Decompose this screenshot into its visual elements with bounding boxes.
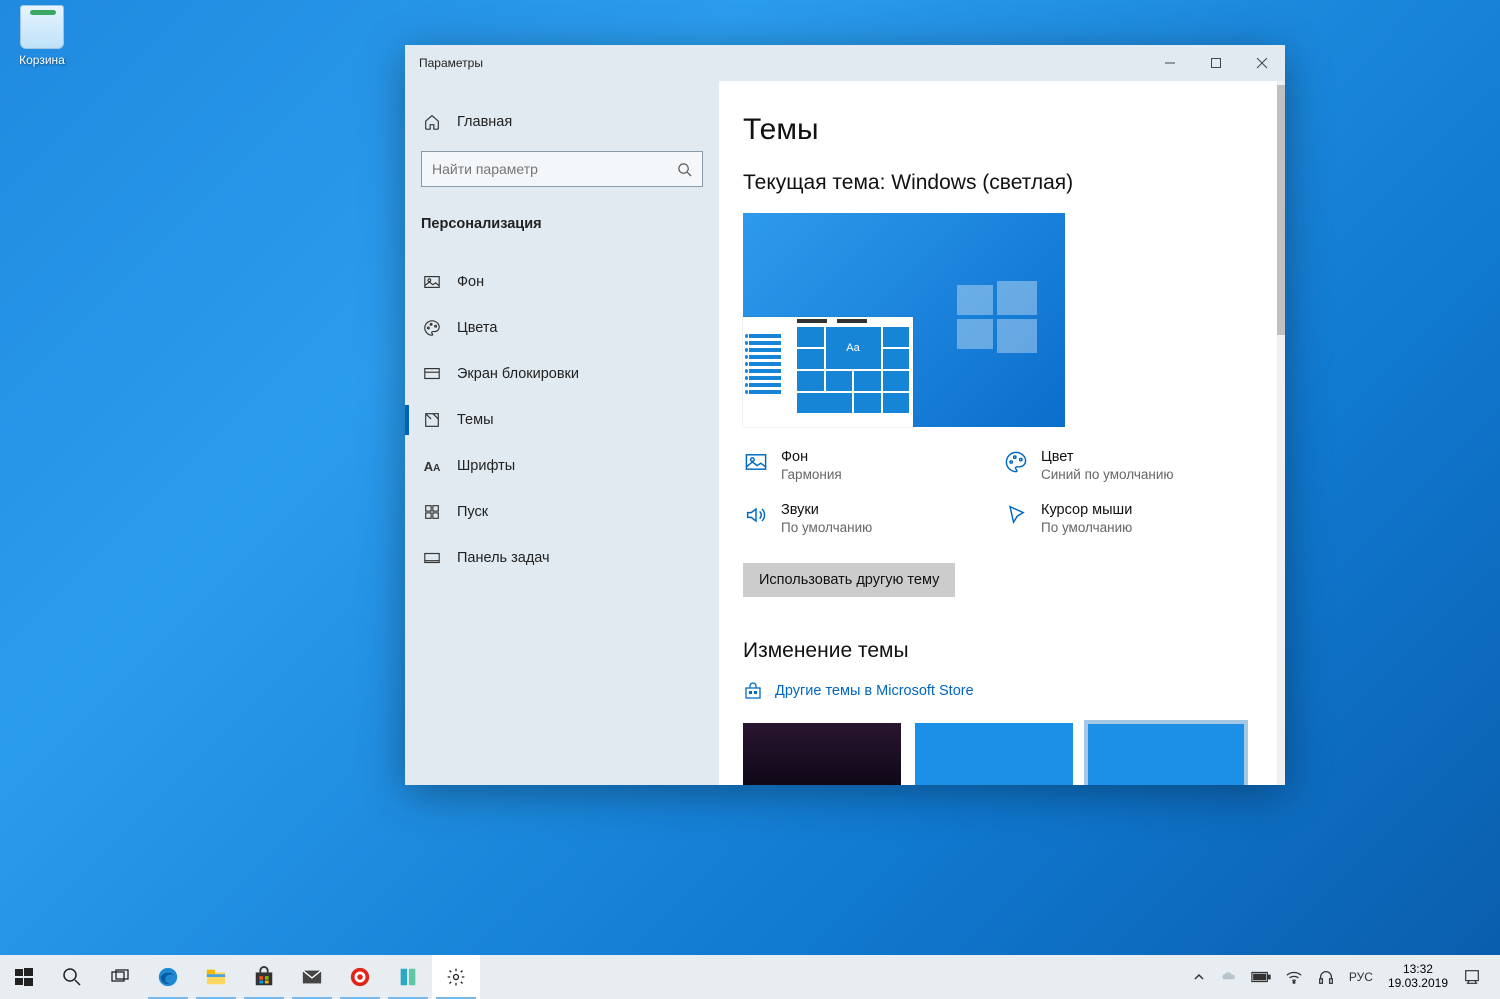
tray-notifications-icon[interactable]: [1456, 955, 1488, 999]
settings-window: Параметры Главная Персонализация Фон: [405, 45, 1285, 785]
theme-thumbnails: [743, 723, 1245, 785]
tray-onedrive-icon[interactable]: [1212, 955, 1244, 999]
minimize-button[interactable]: [1147, 45, 1193, 81]
home-icon: [421, 111, 443, 133]
start-icon: [421, 501, 443, 523]
palette-icon: [1003, 449, 1029, 475]
taskbar-explorer[interactable]: [192, 955, 240, 999]
tray-headphones-icon[interactable]: [1310, 955, 1342, 999]
page-title: Темы: [743, 113, 1245, 147]
taskbar: РУС 13:32 19.03.2019: [0, 955, 1500, 999]
taskbar-edge[interactable]: [144, 955, 192, 999]
sound-icon: [743, 502, 769, 528]
more-themes-store-link[interactable]: Другие темы в Microsoft Store: [743, 681, 1245, 701]
sidebar: Главная Персонализация Фон Цвета Экран б…: [405, 81, 719, 785]
sidebar-item-fonts[interactable]: AA Шрифты: [405, 443, 719, 489]
content-scrollbar[interactable]: [1277, 81, 1285, 785]
tray-clock[interactable]: 13:32 19.03.2019: [1380, 963, 1456, 991]
theme-prop-background[interactable]: ФонГармония: [743, 449, 1003, 482]
taskbar-store[interactable]: [240, 955, 288, 999]
content: Темы Текущая тема: Windows (светлая) Aa: [719, 81, 1285, 785]
theme-preview: Aa: [743, 213, 1065, 427]
taskbar-icon: [421, 547, 443, 569]
themes-icon: [421, 409, 443, 431]
fonts-icon: AA: [421, 455, 443, 477]
change-theme-heading: Изменение темы: [743, 639, 1245, 663]
sidebar-item-colors[interactable]: Цвета: [405, 305, 719, 351]
sidebar-item-lockscreen[interactable]: Экран блокировки: [405, 351, 719, 397]
sidebar-item-themes[interactable]: Темы: [405, 397, 719, 443]
scrollbar-thumb[interactable]: [1277, 85, 1285, 335]
taskbar-adobe[interactable]: [336, 955, 384, 999]
search-input[interactable]: [432, 161, 677, 177]
sidebar-home-label: Главная: [457, 114, 512, 130]
recycle-bin-label: Корзина: [12, 53, 72, 67]
search-icon: [677, 162, 692, 177]
picture-icon: [743, 449, 769, 475]
cursor-icon: [1003, 502, 1029, 528]
search-button[interactable]: [48, 955, 96, 999]
taskbar-app[interactable]: [384, 955, 432, 999]
close-button[interactable]: [1239, 45, 1285, 81]
tray-overflow[interactable]: [1186, 955, 1212, 999]
taskbar-settings[interactable]: [432, 955, 480, 999]
tray-date: 19.03.2019: [1388, 977, 1448, 991]
tray-battery-icon[interactable]: [1244, 955, 1278, 999]
sidebar-item-background[interactable]: Фон: [405, 259, 719, 305]
search-box[interactable]: [421, 151, 703, 187]
sidebar-item-start[interactable]: Пуск: [405, 489, 719, 535]
recycle-bin-icon: [20, 5, 64, 49]
windows-logo-icon: [957, 277, 1037, 357]
theme-thumb-3-selected[interactable]: [1087, 723, 1245, 785]
start-button[interactable]: [0, 955, 48, 999]
task-view-button[interactable]: [96, 955, 144, 999]
picture-icon: [421, 271, 443, 293]
lockscreen-icon: [421, 363, 443, 385]
sidebar-item-taskbar[interactable]: Панель задач: [405, 535, 719, 581]
palette-icon: [421, 317, 443, 339]
theme-prop-sounds[interactable]: ЗвукиПо умолчанию: [743, 502, 1003, 535]
titlebar[interactable]: Параметры: [405, 45, 1285, 81]
theme-prop-color[interactable]: ЦветСиний по умолчанию: [1003, 449, 1263, 482]
system-tray: РУС 13:32 19.03.2019: [1182, 955, 1500, 999]
show-desktop-button[interactable]: [1488, 955, 1496, 999]
tray-wifi-icon[interactable]: [1278, 955, 1310, 999]
store-icon: [743, 681, 763, 701]
theme-thumb-1[interactable]: [743, 723, 901, 785]
current-theme-heading: Текущая тема: Windows (светлая): [743, 171, 1245, 195]
theme-thumb-2[interactable]: [915, 723, 1073, 785]
sidebar-home[interactable]: Главная: [405, 99, 719, 145]
taskbar-mail[interactable]: [288, 955, 336, 999]
theme-preview-start: Aa: [743, 317, 913, 427]
tray-language[interactable]: РУС: [1342, 955, 1380, 999]
tray-time: 13:32: [1388, 963, 1448, 977]
window-title: Параметры: [419, 56, 483, 70]
recycle-bin[interactable]: Корзина: [12, 5, 72, 67]
maximize-button[interactable]: [1193, 45, 1239, 81]
sidebar-section: Персонализация: [405, 201, 719, 247]
theme-prop-cursor[interactable]: Курсор мышиПо умолчанию: [1003, 502, 1263, 535]
use-other-theme-button[interactable]: Использовать другую тему: [743, 563, 955, 597]
